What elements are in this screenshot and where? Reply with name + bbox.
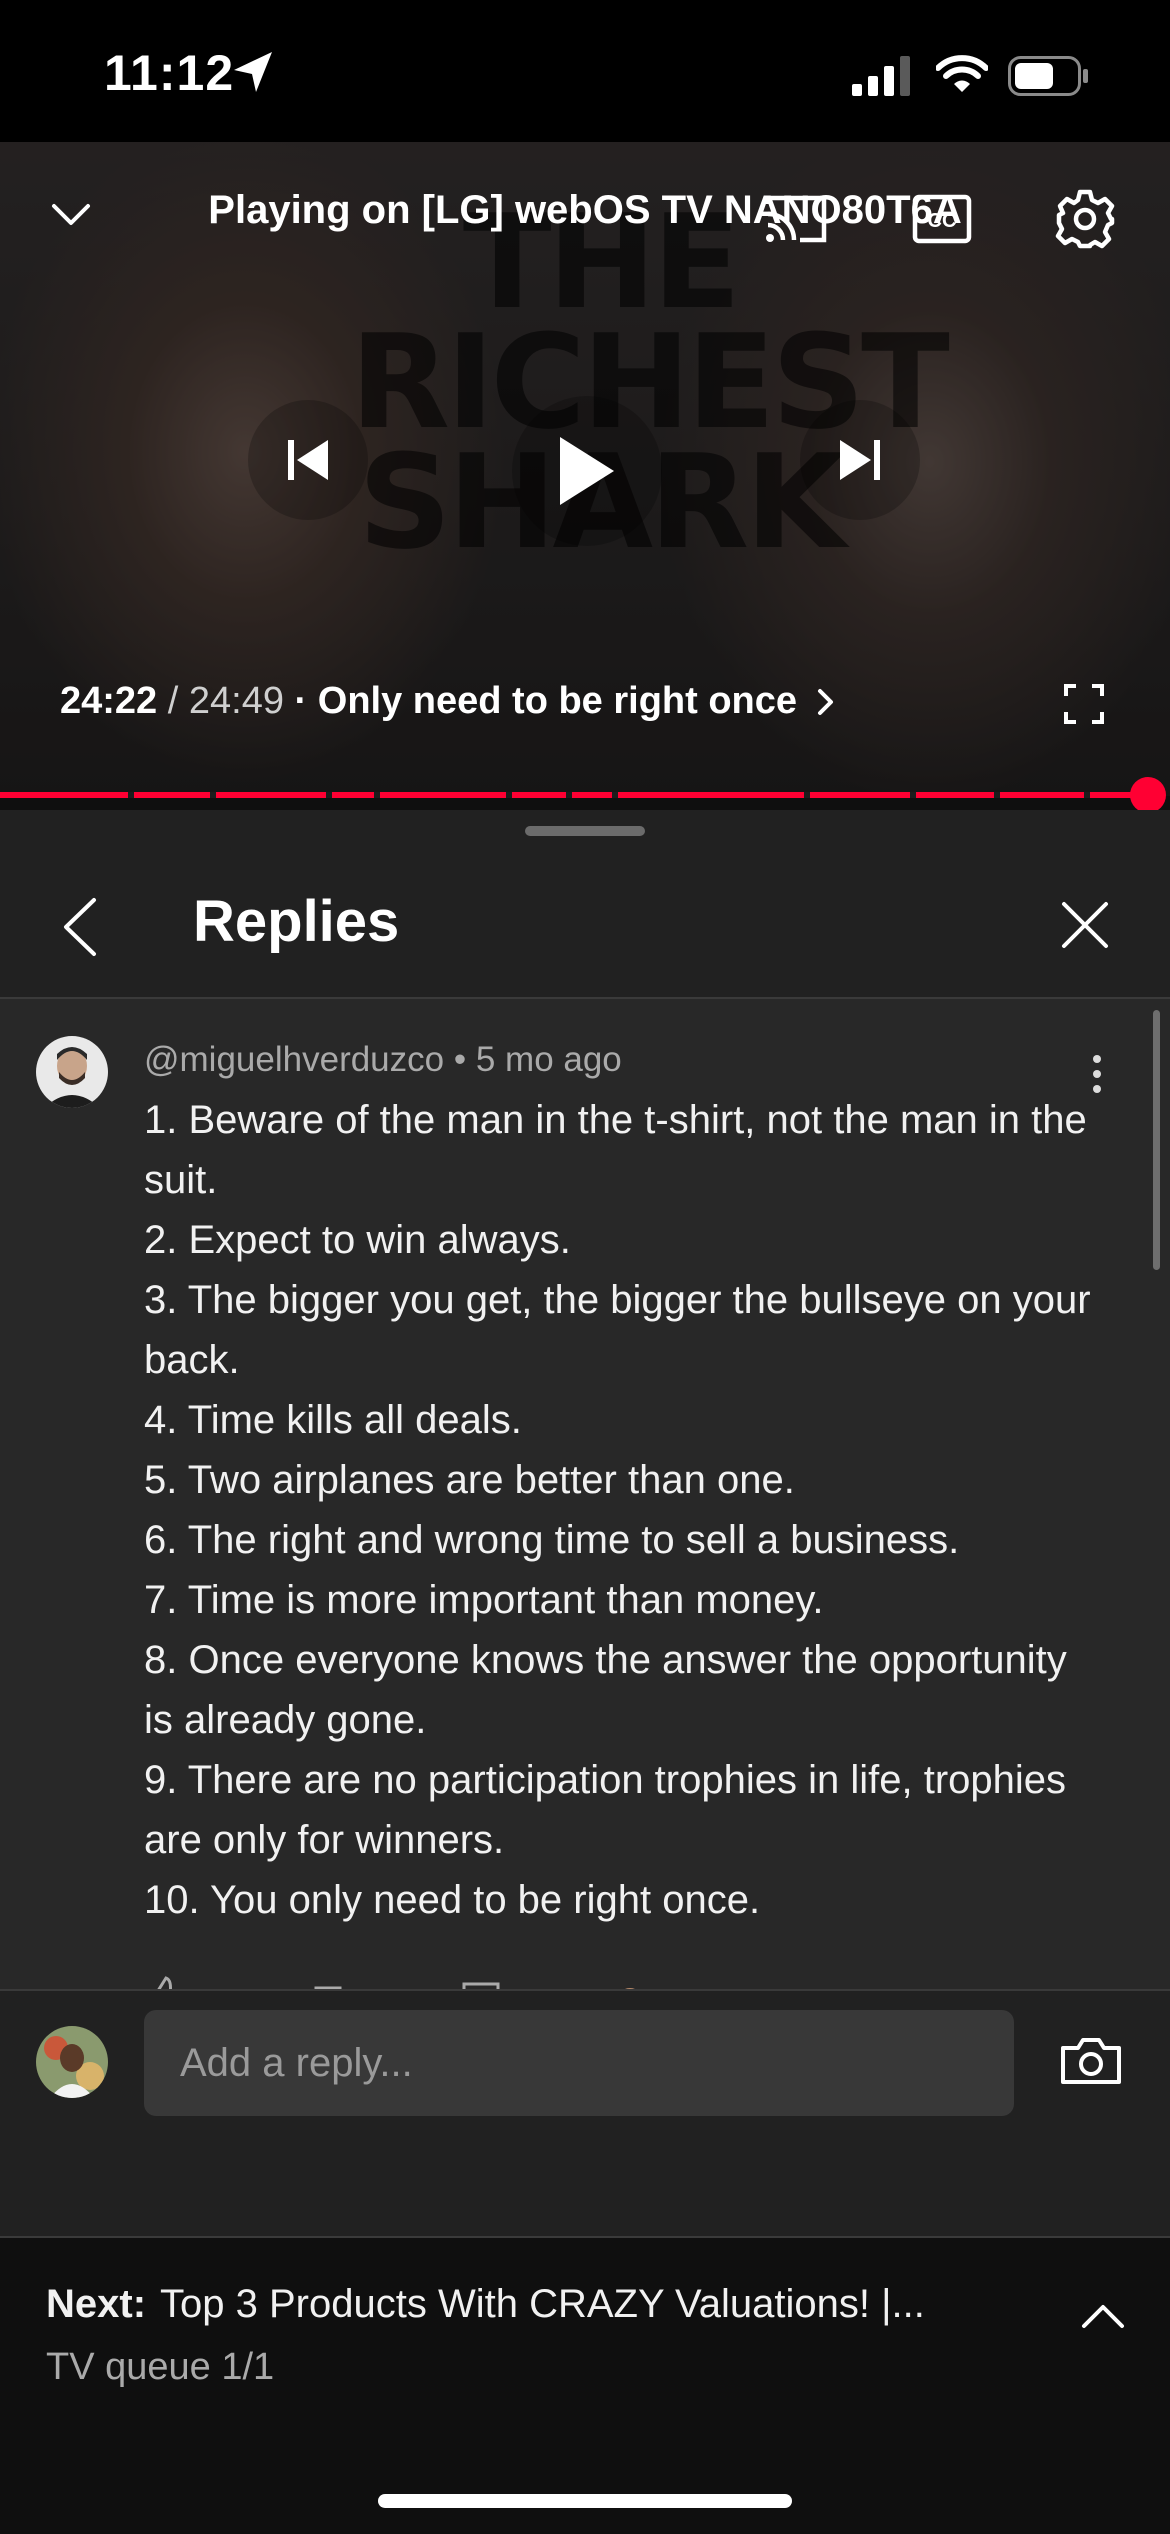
play-icon: [560, 437, 614, 505]
scrollbar[interactable]: [1153, 1010, 1160, 1270]
comment-line: 4. Time kills all deals.: [144, 1398, 522, 1442]
location-arrow-icon: [232, 50, 274, 94]
chapter-marker: [910, 792, 916, 798]
comment-meta: @miguelhverduzco • 5 mo ago: [144, 1040, 622, 1079]
fullscreen-icon[interactable]: [1064, 684, 1104, 724]
expand-chevron-icon[interactable]: [1080, 2300, 1126, 2330]
comment-line: 9. There are no participation trophies i…: [144, 1758, 1067, 1862]
status-time: 11:12: [104, 45, 235, 101]
comment-line: 3. The bigger you get, the bigger the bu…: [144, 1278, 1091, 1382]
chapter-marker: [1084, 792, 1090, 798]
comment-line: 8. Once everyone knows the answer the op…: [144, 1638, 1067, 1742]
chapter-marker: [128, 792, 134, 798]
tv-queue-status: TV queue 1/1: [46, 2346, 275, 2388]
back-arrow-icon[interactable]: [60, 896, 100, 958]
commenter-avatar[interactable]: [36, 1036, 108, 1108]
current-time: 24:22: [60, 680, 158, 722]
skip-next-icon: [840, 440, 880, 480]
up-next-title: Top 3 Products With CRAZY Valuations! |.…: [160, 2282, 925, 2326]
reply-input[interactable]: [144, 2010, 1014, 2116]
progress-bar[interactable]: [0, 792, 1148, 798]
user-avatar: [36, 2026, 108, 2098]
comment-line: 10. You only need to be right once.: [144, 1878, 761, 1922]
duration: 24:49: [188, 680, 284, 722]
chapter-marker: [210, 792, 216, 798]
progress-scrubber[interactable]: [1130, 777, 1166, 813]
cellular-signal-icon: [852, 56, 914, 96]
more-options-icon[interactable]: [1090, 1054, 1104, 1094]
up-next-label: Next:: [46, 2282, 147, 2326]
chapter-marker: [506, 792, 512, 798]
chapter-marker: [326, 792, 332, 798]
chapter-marker: [566, 792, 572, 798]
comment-line: 5. Two airplanes are better than one.: [144, 1458, 795, 1502]
up-next-info: Next: Top 3 Products With CRAZY Valuation…: [46, 2282, 1006, 2327]
casting-status: Playing on [LG] webOS TV NANO80T6A: [208, 188, 962, 232]
chapter-marker: [374, 792, 380, 798]
next-video-button[interactable]: [800, 400, 920, 520]
comment-line: 1. Beware of the man in the t-shirt, not…: [144, 1098, 1087, 1202]
chapter-chevron-icon: [817, 689, 833, 715]
comment-line: 2. Expect to win always.: [144, 1218, 571, 1262]
home-indicator[interactable]: [378, 2494, 792, 2508]
comment-author[interactable]: @miguelhverduzco: [144, 1040, 444, 1079]
skip-previous-icon: [288, 440, 328, 480]
chapter-marker: [994, 792, 1000, 798]
replies-title: Replies: [193, 889, 400, 954]
battery-icon: [1008, 56, 1090, 96]
close-icon[interactable]: [1060, 900, 1110, 950]
comment-age: 5 mo ago: [475, 1040, 622, 1079]
drag-handle[interactable]: [525, 826, 645, 836]
play-button[interactable]: [512, 396, 662, 546]
comment-line: 7. Time is more important than money.: [144, 1578, 824, 1622]
chapter-marker: [804, 792, 810, 798]
comment-line: 6. The right and wrong time to sell a bu…: [144, 1518, 960, 1562]
chapter-title: Only need to be right once: [317, 680, 798, 722]
comment-text: 1. Beware of the man in the t-shirt, not…: [144, 1090, 1104, 1930]
chapter-marker: [612, 792, 618, 798]
wifi-icon: [936, 54, 988, 94]
camera-icon[interactable]: [1060, 2036, 1122, 2086]
previous-video-button[interactable]: [248, 400, 368, 520]
timecode[interactable]: 24:22 / 24:49 · Only need to be right on…: [60, 680, 836, 723]
